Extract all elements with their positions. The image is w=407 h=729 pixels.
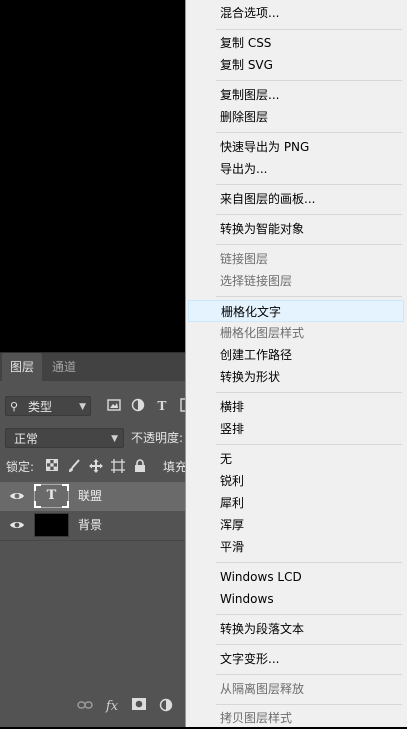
filter-kind-value: 类型: [28, 400, 53, 414]
menu-separator: [216, 392, 402, 393]
menu-item-copy-layer-style: 拷贝图层样式: [220, 711, 293, 725]
fx-icon[interactable]: fx: [103, 698, 121, 716]
tab-layers[interactable]: 图层: [2, 353, 43, 381]
layer-filter-row: ⚲ 类型 ▼ T: [0, 396, 188, 418]
menu-separator: [216, 296, 402, 297]
menu-item-windows[interactable]: Windows: [186, 588, 406, 610]
menu-item-warp-text[interactable]: 文字变形...: [186, 648, 406, 670]
menu-item-antialias-strong[interactable]: 浑厚: [186, 514, 406, 536]
menu-item-copy-css[interactable]: 复制 CSS: [186, 32, 406, 54]
tab-channels[interactable]: 通道: [44, 353, 84, 381]
lock-transparent-pixels-icon[interactable]: [44, 459, 60, 475]
menu-item-horizontal[interactable]: 横排: [186, 396, 406, 418]
chevron-down-icon: ▼: [111, 434, 118, 444]
menu-item-windows-lcd[interactable]: Windows LCD: [186, 566, 406, 588]
blend-mode-select[interactable]: 正常 ▼: [5, 428, 124, 448]
lock-icon[interactable]: [132, 459, 148, 475]
layer-name[interactable]: 背景: [78, 511, 102, 540]
layer-row-background[interactable]: 背景: [0, 511, 186, 541]
menu-item-blending-options[interactable]: 混合选项...: [186, 2, 406, 24]
background-layer-thumbnail: [34, 513, 69, 537]
menu-item-artboard-from-layers[interactable]: 来自图层的画板...: [186, 188, 406, 210]
layers-bottom-toolbar: fx: [0, 688, 186, 727]
menu-item-export-as[interactable]: 导出为...: [186, 158, 406, 180]
chevron-down-icon: ▼: [79, 402, 86, 412]
menu-separator: [216, 80, 402, 81]
image-filter-icon[interactable]: [106, 398, 122, 414]
menu-separator: [216, 614, 402, 615]
panel-tab-bar: 图层 通道: [0, 352, 186, 381]
type-filter-icon[interactable]: T: [154, 398, 170, 414]
menu-item-antialias-none[interactable]: 无: [186, 448, 406, 470]
menu-item-copy-svg[interactable]: 复制 SVG: [186, 54, 406, 76]
menu-separator: [216, 704, 402, 705]
menu-item-quick-export-png[interactable]: 快速导出为 PNG: [186, 136, 406, 158]
text-layer-thumbnail: T: [34, 484, 69, 508]
menu-separator: [216, 644, 402, 645]
context-menu: 混合选项... 复制 CSS 复制 SVG 复制图层... 删除图层 快速导出为…: [185, 0, 407, 727]
eye-icon[interactable]: [9, 517, 25, 533]
lock-label: 锁定:: [6, 460, 35, 474]
type-glyph: T: [46, 488, 57, 503]
mask-icon[interactable]: [130, 698, 148, 716]
menu-item-link-layers: 链接图层: [220, 252, 269, 266]
layer-name[interactable]: 联盟: [78, 482, 102, 511]
menu-item-antialias-smooth[interactable]: 平滑: [186, 536, 406, 558]
menu-item-rasterize-type[interactable]: 栅格化文字: [188, 300, 404, 322]
menu-separator: [216, 184, 402, 185]
move-icon[interactable]: [88, 459, 104, 475]
search-icon: ⚲: [10, 400, 19, 413]
lock-row: 锁定: 填充:: [0, 456, 191, 478]
menu-separator: [216, 444, 402, 445]
menu-item-convert-to-shape[interactable]: 转换为形状: [186, 366, 406, 388]
menu-item-delete-layer[interactable]: 删除图层: [186, 106, 406, 128]
menu-item-vertical[interactable]: 竖排: [186, 418, 406, 440]
menu-item-select-linked-layers: 选择链接图层: [220, 274, 293, 288]
layer-row-text[interactable]: T 联盟: [0, 482, 186, 511]
brush-icon[interactable]: [66, 459, 82, 475]
adjustment-icon[interactable]: [157, 698, 175, 716]
adjustment-filter-icon[interactable]: [130, 398, 146, 414]
menu-separator: [216, 29, 402, 30]
menu-separator: [216, 562, 402, 563]
menu-item-duplicate-layer[interactable]: 复制图层...: [186, 84, 406, 106]
menu-item-convert-to-paragraph-text[interactable]: 转换为段落文本: [186, 618, 406, 640]
menu-separator: [216, 244, 402, 245]
menu-item-release-from-isolation: 从隔离图层释放: [220, 682, 305, 696]
menu-item-antialias-sharp[interactable]: 锐利: [186, 470, 406, 492]
menu-item-antialias-crisp[interactable]: 犀利: [186, 492, 406, 514]
layers-panel: 图层 通道 ⚲ 类型 ▼ T 正常 ▼ 不透明度: 锁定: 填充: T 联盟 背…: [0, 352, 191, 727]
menu-item-convert-to-smart-object[interactable]: 转换为智能对象: [186, 218, 406, 240]
blend-row: 正常 ▼ 不透明度:: [0, 428, 186, 450]
menu-separator: [216, 674, 402, 675]
artboard-icon[interactable]: [110, 459, 126, 475]
menu-separator: [216, 132, 402, 133]
blend-mode-value: 正常: [14, 432, 39, 446]
filter-kind-select[interactable]: ⚲ 类型 ▼: [5, 396, 91, 416]
menu-separator: [216, 214, 402, 215]
opacity-label: 不透明度:: [131, 431, 184, 445]
menu-item-rasterize-layer-style: 栅格化图层样式: [220, 326, 305, 340]
link-icon[interactable]: [76, 698, 94, 716]
menu-item-create-work-path[interactable]: 创建工作路径: [186, 344, 406, 366]
eye-icon[interactable]: [9, 488, 25, 504]
